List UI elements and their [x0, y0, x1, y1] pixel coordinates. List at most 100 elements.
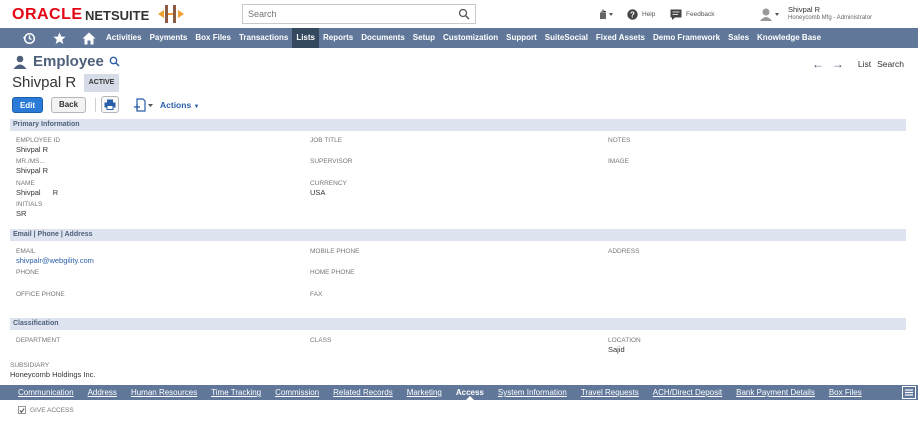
attach-document-icon	[134, 98, 153, 112]
subtab-overflow-button[interactable]	[902, 386, 916, 399]
checkmark-icon	[19, 407, 25, 413]
section-classification[interactable]: Classification	[10, 318, 906, 330]
oracle-logo[interactable]: ORACLE	[12, 6, 83, 24]
location-value: Sajid	[608, 345, 625, 354]
svg-text:?: ?	[630, 10, 635, 19]
supervisor-label: SUPERVISOR	[310, 158, 353, 165]
phone-label: PHONE	[16, 269, 40, 276]
email-link[interactable]: shivpalr@webgility.com	[16, 256, 94, 265]
search-input[interactable]	[243, 5, 453, 23]
printer-icon	[104, 99, 116, 110]
recent-records-menu[interactable]	[598, 0, 614, 28]
subtab-communication[interactable]: Communication	[11, 385, 81, 400]
user-menu[interactable]: Shivpal R Honeycomb Mfg - Administrator	[758, 0, 872, 28]
user-name: Shivpal R	[788, 5, 821, 14]
field-job-title: JOB TITLE	[310, 137, 342, 145]
field-mobile-phone: MOBILE PHONE	[310, 248, 359, 256]
feedback-icon	[670, 9, 682, 20]
print-button[interactable]	[101, 96, 119, 113]
attach-menu-button[interactable]	[133, 98, 155, 112]
subtab-related-records[interactable]: Related Records	[326, 385, 400, 400]
image-label: IMAGE	[608, 158, 629, 165]
give-access-checkbox[interactable]	[18, 406, 26, 414]
job-title-label: JOB TITLE	[310, 137, 343, 144]
help-link[interactable]: ? Help	[627, 8, 655, 20]
chevron-down-icon: ▼	[193, 104, 200, 110]
home-button[interactable]	[82, 31, 96, 45]
page-title: Employee	[33, 53, 104, 70]
netsuite-logo[interactable]: NETSUITE	[85, 8, 149, 23]
office-phone-label: OFFICE PHONE	[16, 291, 65, 298]
subtab-address[interactable]: Address	[81, 385, 124, 400]
nav-activities[interactable]: Activities	[102, 28, 146, 48]
nav-box-files[interactable]: Box Files	[191, 28, 235, 48]
list-link[interactable]: List	[858, 59, 871, 69]
user-role: Honeycomb Mfg - Administrator	[788, 15, 873, 21]
search-icon[interactable]	[458, 8, 470, 20]
main-nav: Activities Payments Box Files Transactio…	[0, 28, 918, 48]
subtab-human-resources[interactable]: Human Resources	[124, 385, 204, 400]
toolbar-divider	[95, 98, 96, 112]
nav-documents[interactable]: Documents	[357, 28, 409, 48]
name-first-value: Shivpal	[16, 188, 41, 197]
subtab-access[interactable]: Access	[449, 385, 491, 400]
top-bar: ORACLE NETSUITE ? Help	[0, 0, 918, 28]
subtab-box-files[interactable]: Box Files	[822, 385, 869, 400]
feedback-link[interactable]: Feedback	[670, 9, 715, 20]
nav-fixed-assets[interactable]: Fixed Assets	[592, 28, 649, 48]
star-icon	[52, 32, 66, 44]
subtab-ach-direct-deposit[interactable]: ACH/Direct Deposit	[646, 385, 729, 400]
subtab-time-tracking[interactable]: Time Tracking	[204, 385, 268, 400]
subtab-marketing[interactable]: Marketing	[400, 385, 449, 400]
nav-knowledge-base[interactable]: Knowledge Base	[753, 28, 825, 48]
section-contact[interactable]: Email | Phone | Address	[10, 229, 906, 241]
field-home-phone: HOME PHONE	[310, 269, 354, 277]
subsidiary-value: Honeycomb Holdings Inc.	[10, 370, 96, 379]
recent-history-button[interactable]	[22, 31, 36, 45]
shortcuts-button[interactable]	[52, 31, 66, 45]
currency-value: USA	[310, 188, 326, 197]
field-image: IMAGE	[608, 158, 629, 166]
mobile-phone-label: MOBILE PHONE	[310, 248, 360, 255]
subsidiary-label: SUBSIDIARY	[10, 362, 50, 369]
search-link[interactable]: Search	[877, 59, 904, 69]
subtab-travel-requests[interactable]: Travel Requests	[574, 385, 646, 400]
global-search[interactable]	[242, 4, 476, 24]
subtab-system-information[interactable]: System Information	[491, 385, 574, 400]
actions-label: Actions	[160, 100, 192, 110]
recent-records-icon[interactable]	[598, 7, 614, 21]
field-address: ADDRESS	[608, 248, 639, 256]
nav-support[interactable]: Support	[502, 28, 541, 48]
subtab-bank-payment-details[interactable]: Bank Payment Details	[729, 385, 822, 400]
nav-setup[interactable]: Setup	[409, 28, 439, 48]
field-office-phone: OFFICE PHONE	[16, 291, 65, 299]
email-label: EMAIL	[16, 248, 36, 255]
back-button[interactable]: Back	[51, 97, 86, 113]
nav-reports[interactable]: Reports	[319, 28, 357, 48]
record-type-title: Employee	[13, 53, 120, 70]
initials-value: SR	[16, 209, 27, 218]
search-icon[interactable]	[109, 56, 120, 67]
nav-sales[interactable]: Sales	[724, 28, 753, 48]
field-notes: NOTES	[608, 137, 630, 145]
subtab-commission[interactable]: Commission	[268, 385, 326, 400]
company-logo-icon[interactable]	[156, 3, 186, 25]
previous-record-icon[interactable]: ←	[812, 57, 824, 71]
nav-lists[interactable]: Lists	[292, 28, 319, 48]
field-class: CLASS	[310, 337, 331, 345]
next-record-icon[interactable]: →	[832, 57, 844, 71]
nav-transactions[interactable]: Transactions	[235, 28, 292, 48]
employee-icon	[13, 55, 27, 69]
field-employee-id: EMPLOYEE ID Shivpal R	[16, 137, 60, 154]
edit-button[interactable]: Edit	[12, 97, 43, 113]
nav-customization[interactable]: Customization	[439, 28, 502, 48]
list-icon	[905, 389, 913, 396]
give-access-label: GIVE ACCESS	[30, 406, 74, 414]
nav-suitesocial[interactable]: SuiteSocial	[541, 28, 592, 48]
section-primary-information[interactable]: Primary Information	[10, 119, 906, 131]
nav-payments[interactable]: Payments	[146, 28, 192, 48]
field-email: EMAIL shivpalr@webgility.com	[16, 248, 94, 265]
actions-menu-button[interactable]: Actions ▼	[160, 100, 200, 110]
nav-demo-framework[interactable]: Demo Framework	[649, 28, 724, 48]
field-mr-ms: MR./MS... Shivpal R	[16, 158, 48, 175]
